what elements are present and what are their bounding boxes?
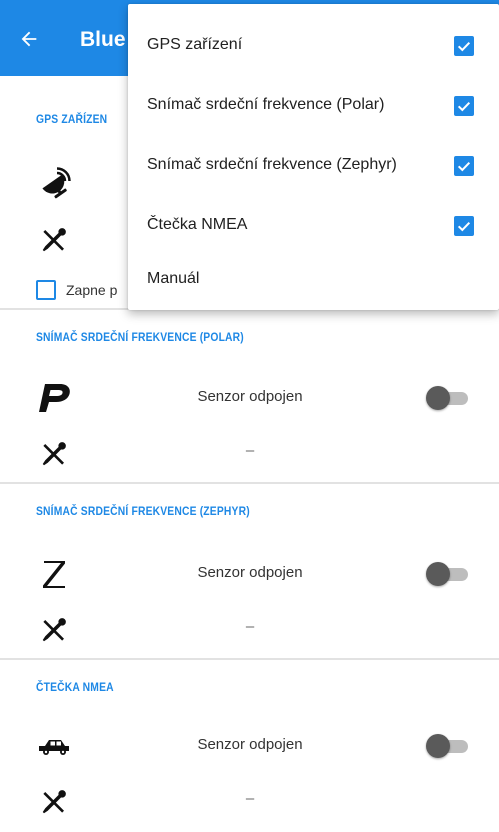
menu-checkbox-nmea[interactable] bbox=[454, 216, 474, 236]
polar-settings-row: – bbox=[0, 426, 499, 482]
divider bbox=[0, 658, 499, 660]
menu-item-manual[interactable]: Manuál bbox=[128, 250, 499, 310]
menu-item-polar[interactable]: Snímač srdeční frekvence (Polar) bbox=[128, 76, 499, 136]
page-title: Blue bbox=[80, 28, 126, 51]
nmea-value: – bbox=[245, 790, 255, 807]
checkmark-icon bbox=[457, 41, 471, 52]
polar-toggle[interactable] bbox=[426, 386, 472, 410]
zephyr-toggle[interactable] bbox=[426, 562, 472, 586]
menu-item-label: Snímač srdeční frekvence (Zephyr) bbox=[147, 156, 397, 173]
menu-item-gps[interactable]: GPS zařízení bbox=[128, 16, 499, 76]
menu-item-label: Čtečka NMEA bbox=[147, 216, 248, 233]
section-title-gps: GPS ZAŘÍZEN bbox=[36, 112, 108, 126]
arrow-left-icon bbox=[21, 31, 37, 47]
toggle-thumb bbox=[426, 386, 450, 410]
satellite-dish-icon bbox=[34, 164, 74, 204]
nmea-toggle[interactable] bbox=[426, 734, 472, 758]
zephyr-settings-row: – bbox=[0, 602, 499, 658]
zephyr-z-icon bbox=[34, 554, 74, 594]
toggle-thumb bbox=[426, 734, 450, 758]
section-title-polar: SNÍMAČ SRDEČNÍ FREKVENCE (POLAR) bbox=[36, 330, 244, 344]
polar-status: Senzor odpojen bbox=[197, 388, 303, 405]
checkmark-icon bbox=[457, 101, 471, 112]
divider bbox=[0, 482, 499, 484]
menu-item-label: GPS zařízení bbox=[147, 36, 243, 53]
nmea-settings-row: – bbox=[0, 774, 499, 830]
menu-item-nmea[interactable]: Čtečka NMEA bbox=[128, 196, 499, 256]
sensor-filter-menu: GPS zařízení Snímač srdeční frekvence (P… bbox=[128, 4, 499, 310]
toggle-thumb bbox=[426, 562, 450, 586]
menu-item-zephyr[interactable]: Snímač srdeční frekvence (Zephyr) bbox=[128, 136, 499, 196]
menu-item-label: Manuál bbox=[147, 270, 200, 287]
polar-value: – bbox=[245, 442, 255, 459]
zephyr-status: Senzor odpojen bbox=[197, 564, 303, 581]
tools-icon[interactable] bbox=[34, 220, 74, 260]
menu-item-label: Snímač srdeční frekvence (Polar) bbox=[147, 96, 385, 113]
polar-logo-icon bbox=[34, 378, 74, 418]
auto-enable-label: Zapne p bbox=[66, 282, 118, 298]
checkmark-icon bbox=[457, 161, 471, 172]
tools-icon[interactable] bbox=[34, 434, 74, 474]
nmea-status: Senzor odpojen bbox=[197, 736, 303, 753]
nmea-sensor-row: Senzor odpojen bbox=[0, 718, 499, 774]
menu-checkbox-zephyr[interactable] bbox=[454, 156, 474, 176]
menu-checkbox-gps[interactable] bbox=[454, 36, 474, 56]
back-button[interactable] bbox=[14, 24, 44, 54]
section-title-zephyr: SNÍMAČ SRDEČNÍ FREKVENCE (ZEPHYR) bbox=[36, 504, 250, 518]
zephyr-sensor-row: Senzor odpojen bbox=[0, 546, 499, 602]
tools-icon[interactable] bbox=[34, 610, 74, 650]
car-icon bbox=[34, 726, 74, 766]
menu-checkbox-polar[interactable] bbox=[454, 96, 474, 116]
zephyr-value: – bbox=[245, 618, 255, 635]
checkmark-icon bbox=[457, 221, 471, 232]
tools-icon[interactable] bbox=[34, 782, 74, 822]
section-title-nmea: ČTEČKA NMEA bbox=[36, 680, 114, 694]
polar-sensor-row: Senzor odpojen bbox=[0, 370, 499, 426]
auto-enable-checkbox[interactable] bbox=[36, 280, 56, 300]
